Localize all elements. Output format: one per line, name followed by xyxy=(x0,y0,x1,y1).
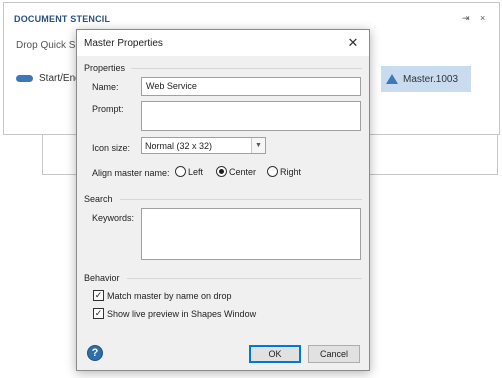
master-properties-dialog: Master Properties ✕ Properties Name: Web… xyxy=(76,29,370,371)
name-field[interactable]: Web Service xyxy=(141,77,361,96)
stencil-shape-master-1003[interactable]: Master.1003 xyxy=(381,66,471,92)
name-label: Name: xyxy=(92,82,119,92)
dialog-titlebar[interactable]: Master Properties ✕ xyxy=(77,30,369,56)
align-master-name-label: Align master name: xyxy=(92,168,170,178)
live-preview-checkbox[interactable]: ✓ Show live preview in Shapes Window xyxy=(93,308,256,319)
align-center-radio[interactable]: Center xyxy=(216,166,256,177)
icon-size-value: Normal (32 x 32) xyxy=(145,141,213,151)
icon-size-select[interactable]: Normal (32 x 32) ▼ xyxy=(141,137,266,154)
stencil-shape-start-end[interactable]: Start/End xyxy=(16,73,81,84)
pin-icon[interactable]: ⇥ xyxy=(462,13,470,24)
prompt-label: Prompt: xyxy=(92,104,124,114)
stencil-close-icon[interactable]: × xyxy=(480,13,485,23)
triangle-shape-icon xyxy=(386,74,398,84)
checkbox-label: Show live preview in Shapes Window xyxy=(107,308,257,319)
prompt-field[interactable] xyxy=(141,101,361,131)
stencil-shape-label: Master.1003 xyxy=(403,73,459,85)
keywords-field[interactable] xyxy=(141,208,361,260)
radio-button[interactable] xyxy=(175,166,186,177)
icon-size-label: Icon size: xyxy=(92,143,131,153)
checkbox-checked[interactable]: ✓ xyxy=(93,308,104,319)
radio-button[interactable] xyxy=(267,166,278,177)
align-right-radio[interactable]: Right xyxy=(267,166,301,177)
radio-button-selected[interactable] xyxy=(216,166,227,177)
align-left-radio[interactable]: Left xyxy=(175,166,203,177)
properties-group-label: Properties xyxy=(84,63,126,73)
group-divider xyxy=(120,199,362,200)
cancel-button[interactable]: Cancel xyxy=(308,345,360,363)
align-option-label: Center xyxy=(229,166,257,177)
match-master-checkbox[interactable]: ✓ Match master by name on drop xyxy=(93,290,232,301)
chevron-down-icon[interactable]: ▼ xyxy=(251,138,265,153)
checkbox-checked[interactable]: ✓ xyxy=(93,290,104,301)
keywords-label: Keywords: xyxy=(92,213,135,223)
stencil-shape-label: Start/End xyxy=(39,73,81,84)
stencil-hint-text: Drop Quick Sh xyxy=(16,40,82,51)
group-divider xyxy=(131,68,362,69)
align-option-label: Right xyxy=(280,166,302,177)
help-icon[interactable]: ? xyxy=(87,345,103,361)
dialog-title: Master Properties xyxy=(84,38,163,49)
checkbox-label: Match master by name on drop xyxy=(107,290,232,301)
pill-shape-icon xyxy=(16,75,33,82)
group-divider xyxy=(127,278,362,279)
align-option-label: Left xyxy=(188,166,204,177)
behavior-group-label: Behavior xyxy=(84,273,120,283)
stencil-title: DOCUMENT STENCIL xyxy=(14,14,111,24)
close-icon[interactable]: ✕ xyxy=(343,34,363,52)
search-group-label: Search xyxy=(84,194,113,204)
ok-button[interactable]: OK xyxy=(249,345,301,363)
